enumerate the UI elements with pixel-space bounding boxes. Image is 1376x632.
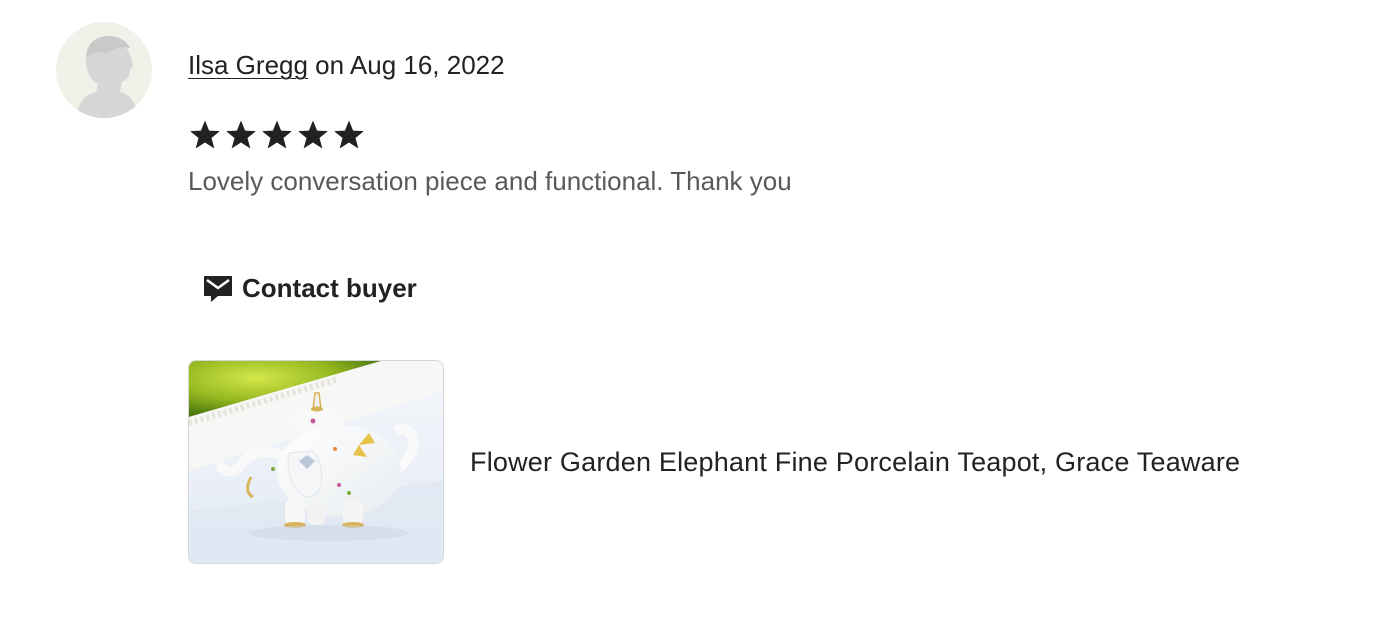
contact-buyer-label: Contact buyer — [242, 272, 417, 303]
review-meta: Ilsa Gregg on Aug 16, 2022 — [188, 48, 505, 82]
reviewer-avatar[interactable] — [56, 22, 152, 118]
product-thumbnail[interactable] — [188, 360, 444, 564]
teapot-product-image — [189, 361, 443, 563]
star-filled-icon — [334, 120, 364, 149]
review-date: on Aug 16, 2022 — [307, 50, 505, 80]
star-filled-icon — [190, 120, 220, 149]
star-filled-icon — [298, 120, 328, 149]
reviewer-name-link[interactable]: Ilsa Gregg — [188, 50, 308, 80]
message-icon — [202, 273, 234, 303]
review-text: Lovely conversation piece and functional… — [188, 166, 792, 196]
star-filled-icon — [226, 120, 256, 149]
star-filled-icon — [262, 120, 292, 149]
star-rating — [188, 116, 366, 154]
contact-buyer-button[interactable]: Contact buyer — [190, 262, 429, 314]
product-title[interactable]: Flower Garden Elephant Fine Porcelain Te… — [470, 445, 1240, 479]
purchased-item-link[interactable]: Flower Garden Elephant Fine Porcelain Te… — [188, 360, 1240, 564]
person-silhouette-icon — [56, 22, 152, 118]
